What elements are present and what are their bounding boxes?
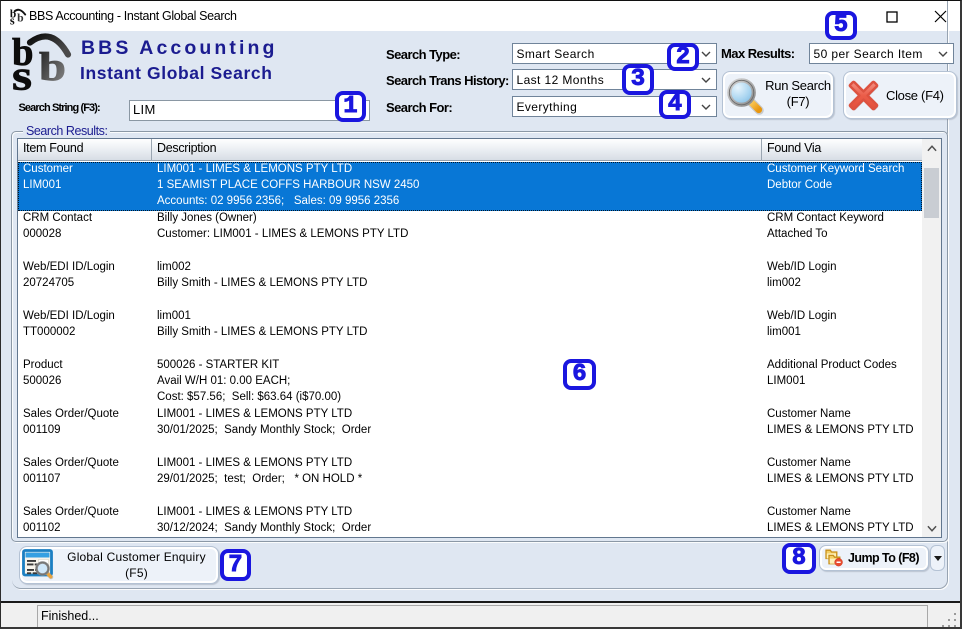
svg-text:s: s	[12, 54, 32, 98]
svg-text:b: b	[39, 44, 66, 89]
